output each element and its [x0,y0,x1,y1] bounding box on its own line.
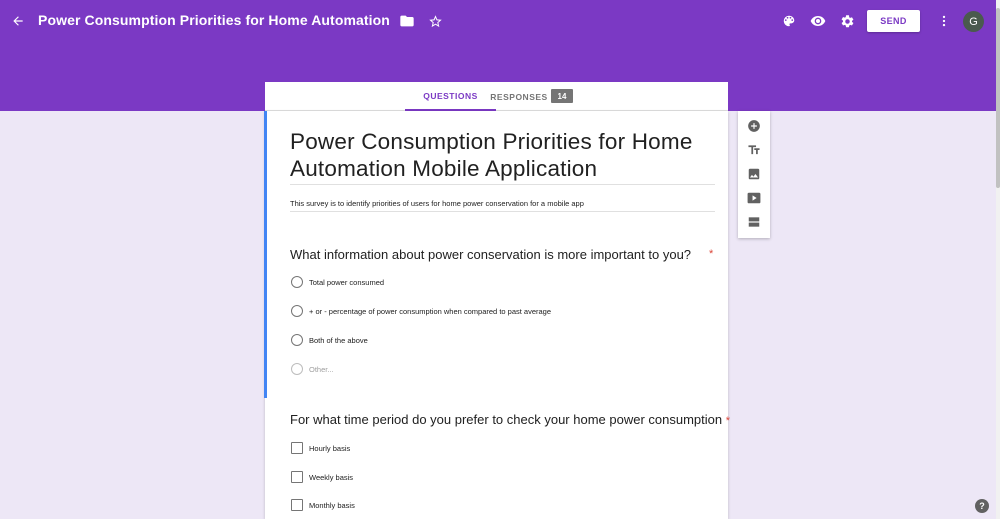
active-section-indicator [264,111,267,398]
responses-count-badge: 14 [551,89,573,103]
star-button[interactable] [424,10,446,32]
add-image-button[interactable] [746,166,762,182]
theme-button[interactable] [778,10,800,32]
option-label: + or - percentage of power consumption w… [309,306,552,316]
image-icon [748,168,760,180]
send-button[interactable]: SEND [867,10,920,32]
option-label: Both of the above [309,335,368,345]
scrollbar-thumb[interactable] [996,8,1000,188]
settings-button[interactable] [836,10,858,32]
form-title[interactable]: Power Consumption Priorities for Home Au… [290,128,715,182]
help-button[interactable]: ? [975,499,989,513]
option-label: Total power consumed [309,277,385,287]
move-to-folder-button[interactable] [396,10,418,32]
checkbox-option[interactable]: Monthly basis [291,498,355,512]
checkbox-option[interactable]: Hourly basis [291,441,350,455]
tab-responses[interactable]: RESPONSES [490,82,547,111]
radio-option-other[interactable]: Other... [291,362,334,376]
eye-icon [810,16,826,26]
video-icon [747,192,761,204]
add-title-button[interactable] [746,142,762,158]
arrow-back-icon [13,16,23,26]
required-asterisk: * [725,415,731,427]
option-label-other: Other... [309,364,334,374]
question-title[interactable]: For what time period do you prefer to ch… [290,412,730,427]
back-button[interactable] [8,11,28,31]
tab-questions[interactable]: QUESTIONS [405,82,496,111]
checkbox[interactable] [291,499,303,511]
gear-icon [841,14,853,27]
avatar[interactable]: G [963,11,984,32]
description-underline [290,211,715,212]
radio-button[interactable] [291,276,303,288]
title-text-icon [748,145,760,155]
tab-bar: QUESTIONS RESPONSES 14 [265,82,728,111]
checkbox-option[interactable]: Weekly basis [291,470,353,484]
form-description[interactable]: This survey is to identify priorities of… [290,199,715,208]
radio-button[interactable] [291,334,303,346]
required-asterisk: * [709,248,714,260]
question-title-text: For what time period do you prefer to ch… [290,412,723,427]
add-question-button[interactable] [746,118,762,134]
palette-icon [783,15,795,27]
radio-option[interactable]: Total power consumed [291,275,384,289]
more-vert-icon [942,15,946,27]
document-title[interactable]: Power Consumption Priorities for Home Au… [38,12,392,32]
option-label: Hourly basis [309,443,351,453]
title-underline [290,184,715,185]
more-options-button[interactable] [933,10,955,32]
side-toolbar [738,111,770,238]
section-icon [748,217,760,227]
star-icon [428,14,442,27]
option-label: Weekly basis [309,472,354,482]
add-question-icon [748,120,760,132]
radio-option[interactable]: + or - percentage of power consumption w… [291,304,551,318]
radio-button[interactable] [291,305,303,317]
add-section-button[interactable] [746,214,762,230]
option-label: Monthly basis [309,500,355,510]
add-video-button[interactable] [746,190,762,206]
folder-icon [400,15,414,27]
radio-option[interactable]: Both of the above [291,333,368,347]
checkbox[interactable] [291,442,303,454]
radio-button[interactable] [291,363,303,375]
preview-button[interactable] [807,10,829,32]
question-title[interactable]: What information about power conservatio… [290,247,691,262]
checkbox[interactable] [291,471,303,483]
